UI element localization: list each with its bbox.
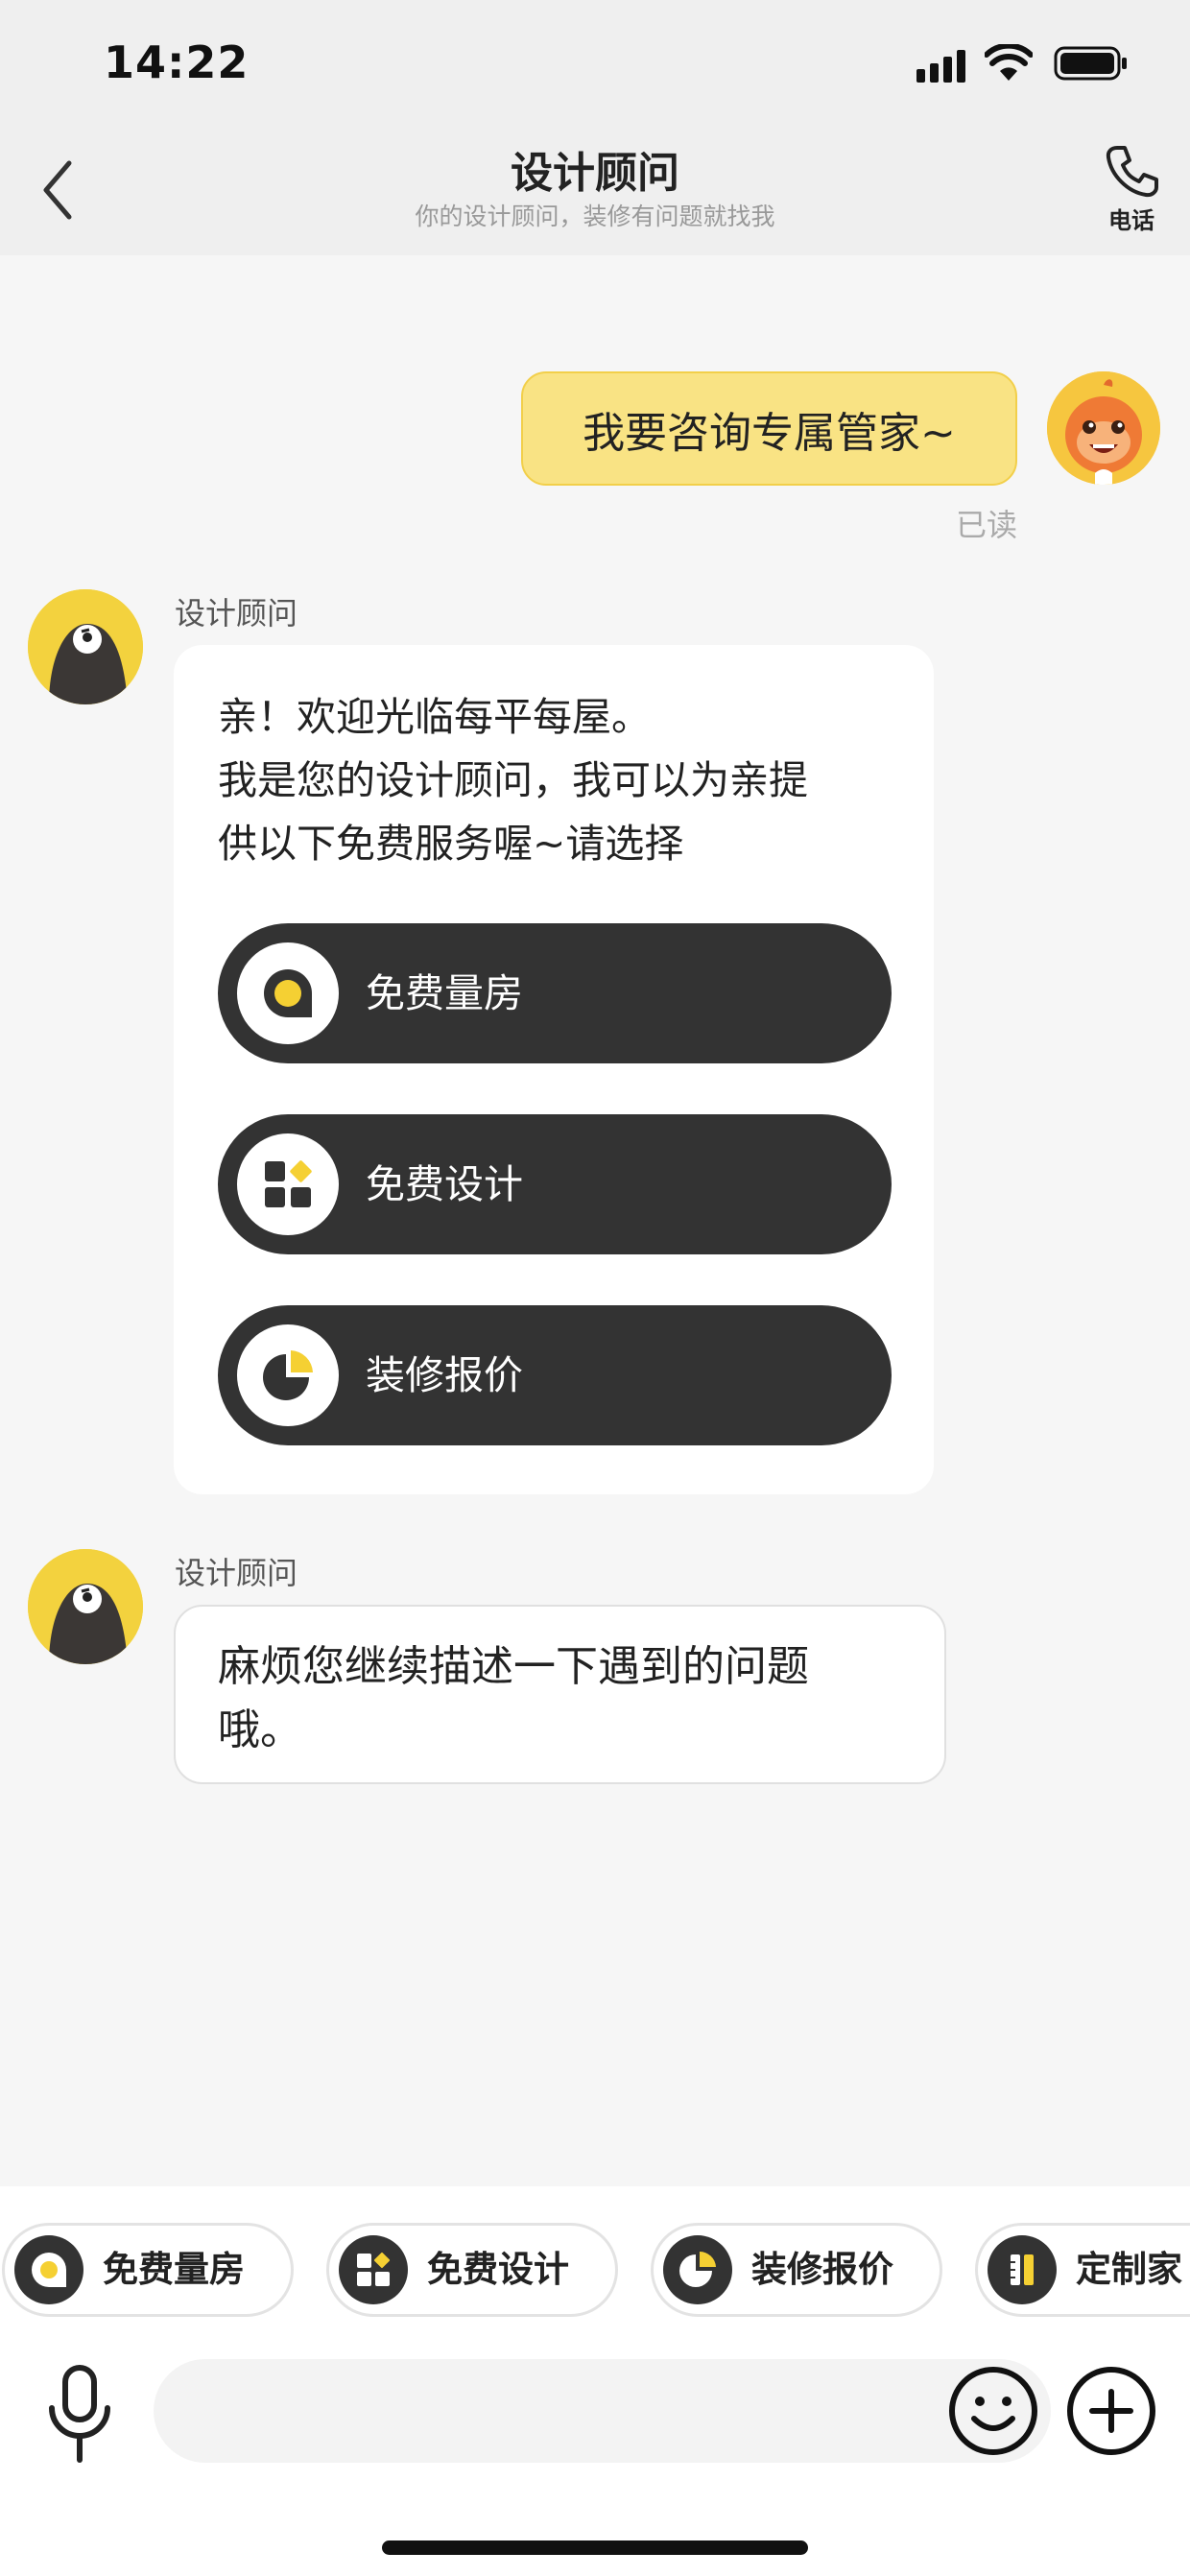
- cellular-signal-icon: [916, 50, 965, 83]
- quick-reply-bar[interactable]: 免费量房 免费设计 装修报价 定制家: [0, 2186, 1190, 2340]
- advisor-avatar[interactable]: [28, 1549, 143, 1664]
- grid-design-icon: [339, 2235, 408, 2304]
- chip-label: 免费量房: [103, 2249, 245, 2290]
- quick-chip-quote[interactable]: 装修报价: [651, 2223, 942, 2317]
- plus-circle-icon: [1067, 2367, 1155, 2455]
- tape-measure-icon: [237, 942, 339, 1044]
- tape-measure-icon: [14, 2235, 83, 2304]
- page-title: 设计顾问: [511, 149, 679, 198]
- voice-input-button[interactable]: [36, 2360, 123, 2466]
- advisor-name: 设计顾问: [175, 1555, 298, 1591]
- chat-screen: 14:22 设计顾问 你的设计顾问，装修有问题就找我 电话 我要咨询专属管家~ …: [0, 0, 1190, 2576]
- advisor-name: 设计顾问: [175, 595, 298, 632]
- status-time: 14:22: [104, 36, 250, 88]
- free-measure-button[interactable]: 免费量房: [218, 923, 892, 1063]
- free-design-button[interactable]: 免费设计: [218, 1114, 892, 1254]
- chip-label: 装修报价: [751, 2249, 893, 2290]
- message-line: 麻烦您继续描述一下遇到的问题: [218, 1642, 809, 1691]
- read-status: 已读: [955, 507, 1017, 543]
- service-label: 装修报价: [366, 1352, 523, 1398]
- quote-button[interactable]: 装修报价: [218, 1305, 892, 1445]
- more-options-button[interactable]: [1063, 2363, 1159, 2459]
- phone-icon: [1106, 146, 1158, 198]
- pie-chart-icon: [663, 2235, 732, 2304]
- bot-message-bubble: 麻烦您继续描述一下遇到的问题 哦。: [174, 1605, 946, 1784]
- home-indicator[interactable]: [382, 2540, 808, 2555]
- nav-bar: 设计顾问 你的设计顾问，装修有问题就找我 电话: [0, 125, 1190, 255]
- smiley-icon: [949, 2367, 1037, 2455]
- emoji-button[interactable]: [945, 2363, 1041, 2459]
- grid-design-icon: [237, 1133, 339, 1235]
- chip-label: 免费设计: [427, 2249, 569, 2290]
- battery-icon: [1054, 46, 1127, 81]
- microphone-icon: [49, 2365, 110, 2463]
- phone-call-button[interactable]: 电话: [1090, 144, 1173, 240]
- user-avatar[interactable]: [1047, 371, 1160, 485]
- page-subtitle: 你的设计顾问，装修有问题就找我: [415, 203, 775, 230]
- welcome-line: 供以下免费服务喔~请选择: [218, 821, 684, 867]
- message-input[interactable]: [154, 2359, 1051, 2463]
- bottom-input-area: 免费量房 免费设计 装修报价 定制家: [0, 2186, 1190, 2576]
- bird-mascot-icon: [28, 1549, 143, 1664]
- service-label: 免费量房: [366, 970, 523, 1016]
- user-message-bubble: 我要咨询专属管家~: [521, 371, 1017, 486]
- quick-chip-measure[interactable]: 免费量房: [2, 2223, 294, 2317]
- welcome-line: 我是您的设计顾问，我可以为亲提: [218, 757, 808, 803]
- service-label: 免费设计: [366, 1161, 523, 1207]
- ruler-icon: [988, 2235, 1057, 2304]
- mascot-avatar-icon: [1047, 371, 1160, 485]
- status-bar: 14:22: [0, 0, 1190, 125]
- welcome-text: 亲！欢迎光临每平每屋。 我是您的设计顾问，我可以为亲提 供以下免费服务喔~请选择: [218, 685, 909, 875]
- advisor-avatar[interactable]: [28, 589, 143, 704]
- service-menu-card: 亲！欢迎光临每平每屋。 我是您的设计顾问，我可以为亲提 供以下免费服务喔~请选择…: [174, 645, 934, 1494]
- quick-chip-design[interactable]: 免费设计: [326, 2223, 618, 2317]
- bird-mascot-icon: [28, 589, 143, 704]
- phone-label: 电话: [1108, 207, 1154, 234]
- welcome-line: 亲！欢迎光临每平每屋。: [218, 694, 651, 740]
- wifi-icon: [985, 44, 1033, 81]
- message-line: 哦。: [218, 1705, 302, 1754]
- pie-chart-icon: [237, 1324, 339, 1426]
- chip-label: 定制家: [1076, 2249, 1182, 2290]
- quick-chip-custom[interactable]: 定制家: [975, 2223, 1190, 2317]
